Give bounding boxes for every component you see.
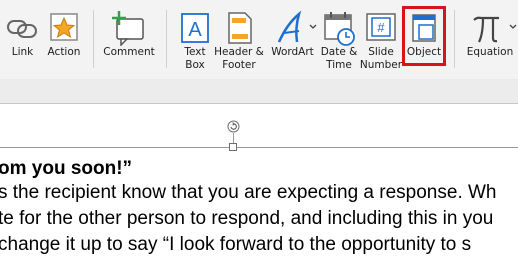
slide-number-button[interactable]: # Slide Number bbox=[358, 0, 404, 79]
comment-label: Comment bbox=[103, 46, 155, 58]
action-button[interactable]: Action bbox=[43, 0, 85, 79]
wordart-label: WordArt bbox=[271, 46, 314, 58]
chevron-down-icon[interactable] bbox=[309, 24, 317, 30]
body-text-line[interactable]: change it up to say “I look forward to t… bbox=[0, 233, 471, 257]
document-background bbox=[0, 79, 518, 103]
text-box-label: Text Box bbox=[184, 46, 206, 71]
link-button[interactable]: Link bbox=[0, 0, 45, 79]
slide-number-label: Slide Number bbox=[359, 46, 403, 71]
resize-handle[interactable] bbox=[229, 143, 237, 151]
ribbon-separator bbox=[454, 10, 455, 68]
slide-number-icon: # bbox=[366, 13, 396, 41]
object-highlight-box bbox=[402, 6, 446, 66]
body-text-line[interactable]: om you soon!” bbox=[0, 157, 132, 181]
insert-ribbon: Link Action Comment A Text Box Header & … bbox=[0, 0, 518, 79]
svg-text:#: # bbox=[377, 20, 385, 35]
svg-text:A: A bbox=[188, 19, 202, 41]
calendar-clock-icon bbox=[324, 12, 355, 46]
rotate-icon[interactable] bbox=[227, 120, 240, 133]
link-label: Link bbox=[11, 46, 34, 58]
action-label: Action bbox=[47, 46, 81, 58]
page-top-edge bbox=[0, 103, 518, 104]
link-icon bbox=[7, 20, 37, 38]
chevron-down-icon[interactable] bbox=[509, 24, 517, 30]
ribbon-separator bbox=[93, 10, 94, 68]
header-footer-button[interactable]: Header & Footer bbox=[213, 0, 265, 79]
body-text-line[interactable]: s the recipient know that you are expect… bbox=[0, 181, 497, 205]
header-footer-label: Header & Footer bbox=[214, 46, 264, 71]
comment-icon bbox=[112, 11, 144, 46]
comment-button[interactable]: Comment bbox=[100, 0, 158, 79]
date-time-button[interactable]: Date & Time bbox=[318, 0, 360, 79]
date-time-label: Date & Time bbox=[320, 46, 358, 71]
action-icon bbox=[50, 13, 78, 41]
ribbon-separator bbox=[166, 10, 167, 68]
header-footer-icon bbox=[228, 12, 252, 44]
wordart-button[interactable]: WordArt bbox=[265, 0, 320, 79]
equation-label: Equation bbox=[466, 46, 514, 58]
body-text-line[interactable]: te for the other person to respond, and … bbox=[0, 207, 493, 231]
selection-border bbox=[0, 147, 518, 148]
text-box-button[interactable]: A Text Box bbox=[174, 0, 216, 79]
pi-icon bbox=[473, 16, 499, 43]
wordart-icon bbox=[277, 10, 302, 43]
text-box-icon: A bbox=[181, 13, 209, 43]
equation-button[interactable]: Equation bbox=[462, 0, 518, 79]
